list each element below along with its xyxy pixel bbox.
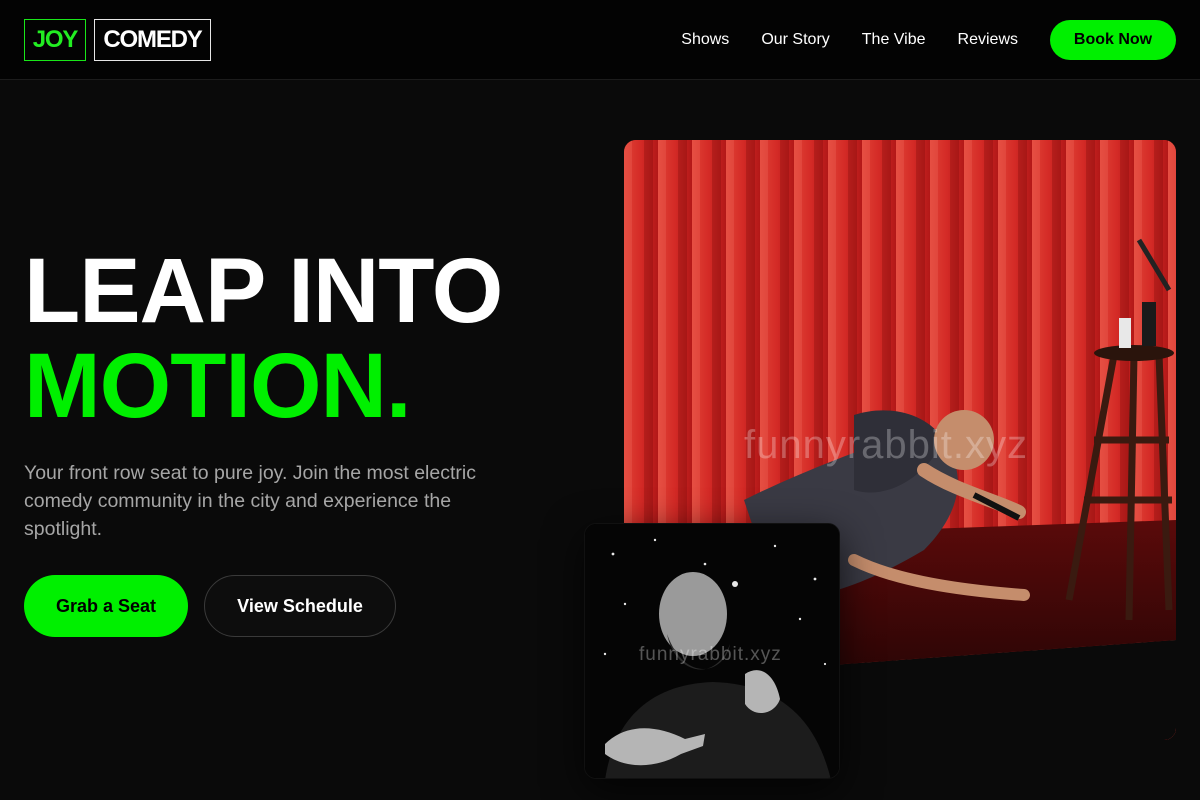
nav-the-vibe[interactable]: The Vibe: [862, 31, 926, 49]
hero-subtitle: Your front row seat to pure joy. Join th…: [24, 462, 476, 540]
book-now-button[interactable]: Book Now: [1050, 20, 1176, 60]
grab-a-seat-button[interactable]: Grab a Seat: [24, 575, 188, 637]
main-nav: Shows Our Story The Vibe Reviews Book No…: [681, 0, 1176, 80]
logo-comedy: COMEDY: [94, 19, 211, 61]
inset-image-watermark: funnyrabbit.xyz: [639, 644, 782, 665]
comedian-portrait-image: funnyrabbit.xyz: [584, 523, 840, 779]
view-schedule-button[interactable]: View Schedule: [204, 575, 396, 637]
hero-title-line2: MOTION.: [24, 335, 412, 437]
logo-joy: JOY: [24, 19, 86, 61]
brand-logo[interactable]: JOY COMEDY: [24, 19, 211, 61]
main-image-watermark: funnyrabbit.xyz: [744, 423, 1029, 467]
nav-shows[interactable]: Shows: [681, 31, 729, 49]
hero-title: LEAP INTO MOTION.: [24, 240, 503, 437]
site-header: JOY COMEDY Shows Our Story The Vibe Revi…: [0, 0, 1200, 80]
hero-title-line1: LEAP INTO: [24, 240, 503, 342]
nav-our-story[interactable]: Our Story: [761, 31, 829, 49]
nav-reviews[interactable]: Reviews: [958, 31, 1018, 49]
